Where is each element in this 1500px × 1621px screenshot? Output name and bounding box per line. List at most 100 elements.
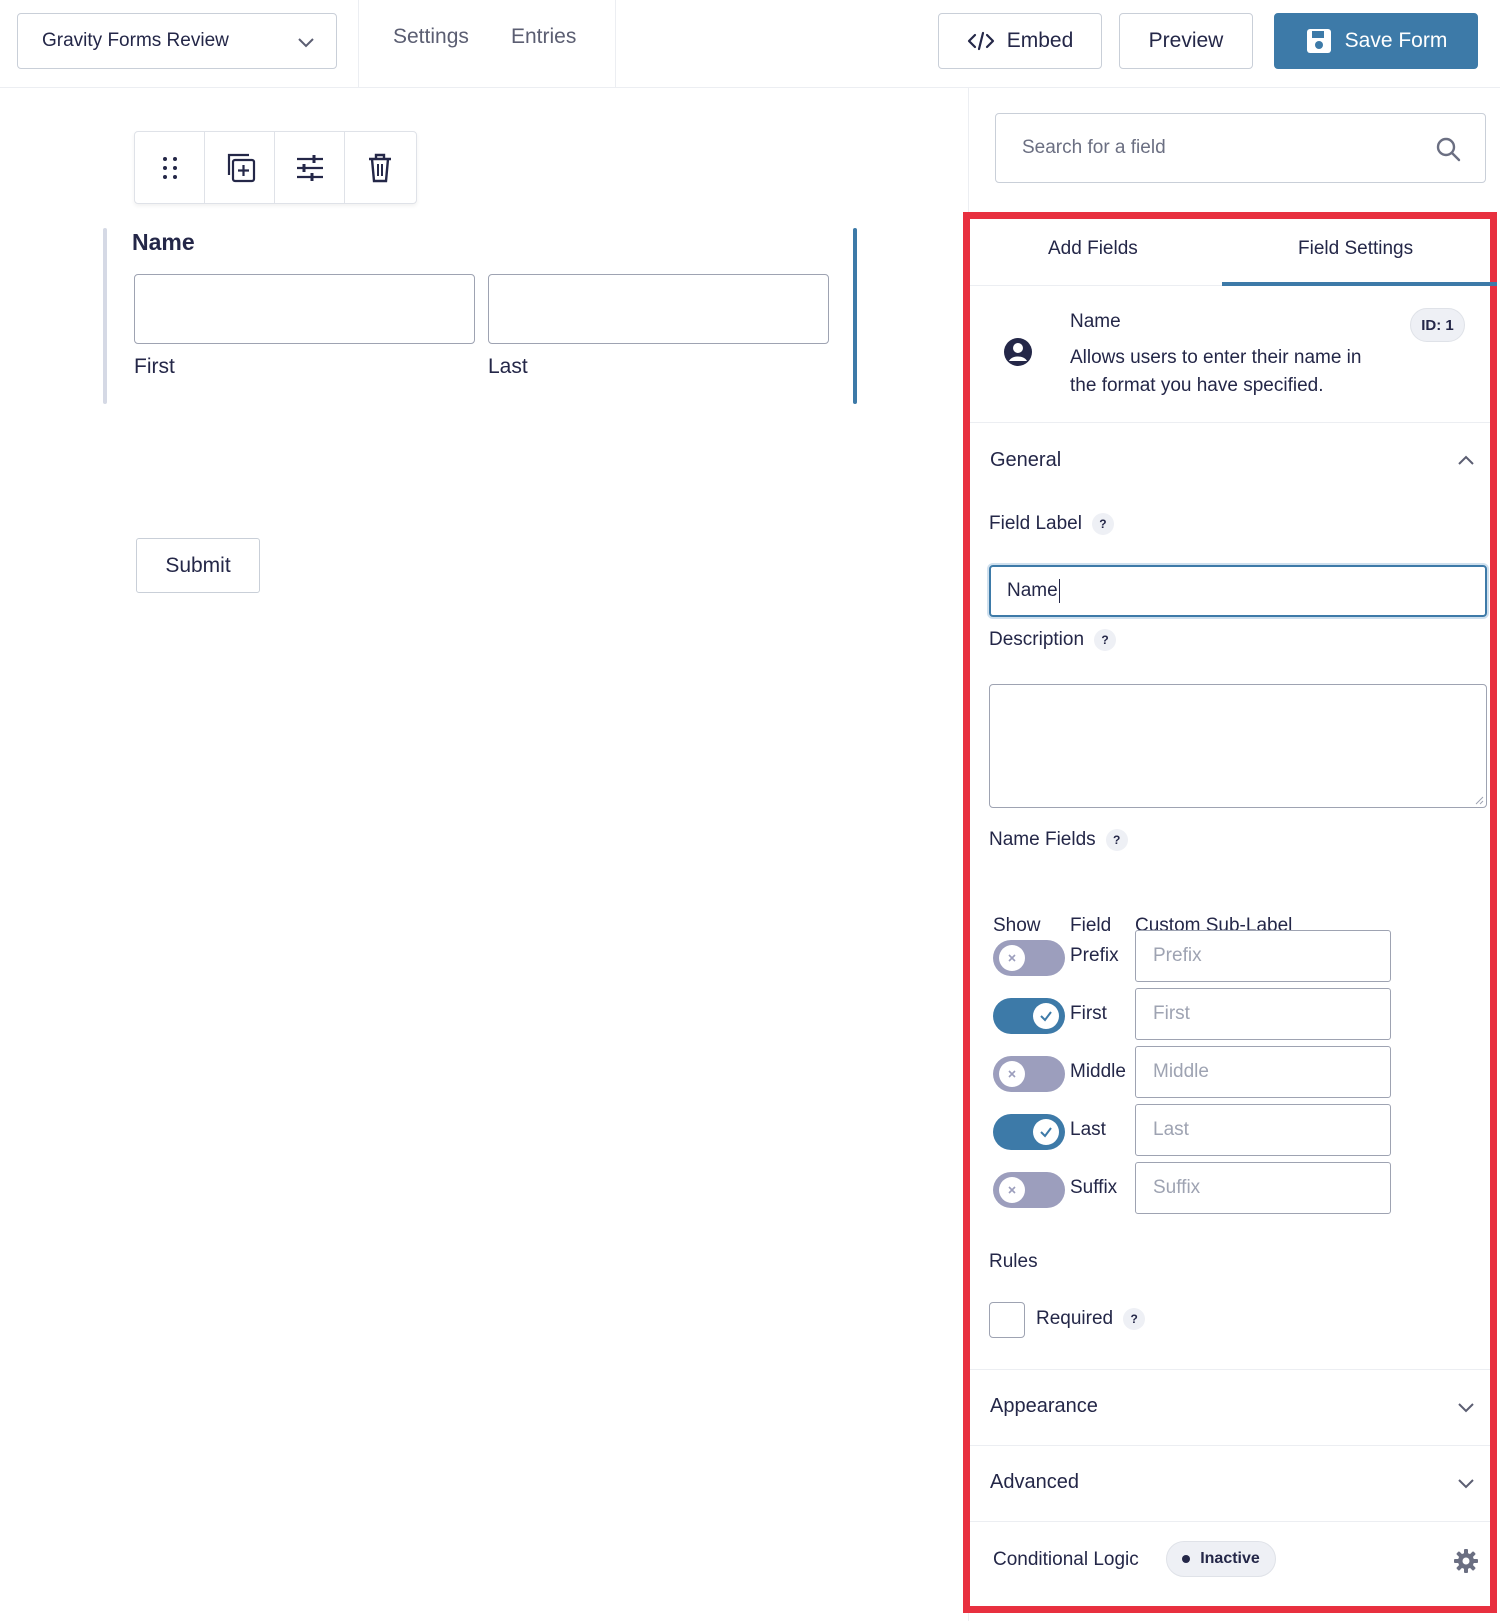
user-circle-icon [1004,338,1032,366]
drag-handle[interactable] [135,132,205,203]
tab-add-fields[interactable]: Add Fields [1048,238,1138,260]
custom-sub-label-suffix-input[interactable]: Suffix [1135,1162,1391,1214]
name-fields-label-text: Name Fields [989,829,1096,850]
custom-sub-label-first-input[interactable]: First [1135,988,1391,1040]
toggle-knob [999,1061,1025,1087]
last-name-input[interactable] [488,274,829,344]
first-sub-label: First [134,355,175,378]
form-selector-label: Gravity Forms Review [42,30,229,51]
advanced-section-header[interactable]: Advanced [970,1445,1490,1521]
required-checkbox[interactable] [989,1302,1025,1338]
trash-icon [369,153,391,182]
drag-handle-icon [162,156,177,179]
preview-button[interactable]: Preview [1119,13,1253,69]
section-divider [970,1521,1490,1522]
required-label: Required ? [1036,1308,1146,1330]
conditional-logic-status: Inactive [1200,1550,1260,1567]
rules-label: Rules [989,1251,1038,1273]
custom-sub-label-last-input[interactable]: Last [1135,1104,1391,1156]
appearance-section-header[interactable]: Appearance [970,1369,1490,1445]
embed-button-label: Embed [1006,29,1074,52]
field-settings-button[interactable] [275,132,345,203]
header-divider [615,0,616,88]
name-field-first-label: First [1070,1003,1107,1024]
preview-button-label: Preview [1148,29,1224,52]
help-icon[interactable]: ? [1123,1308,1146,1330]
field-selection-bar-right [853,228,857,404]
form-selector-dropdown[interactable]: Gravity Forms Review [17,13,337,69]
conditional-logic-label: Conditional Logic [993,1549,1139,1570]
field-label-input[interactable]: Name [989,565,1487,617]
gear-icon[interactable] [1453,1548,1479,1574]
field-selection-bar-left [103,228,107,404]
save-form-button[interactable]: Save Form [1274,13,1478,69]
close-icon [1008,1186,1016,1194]
search-placeholder: Search for a field [1022,137,1166,158]
embed-button[interactable]: Embed [938,13,1102,69]
toggle-first[interactable] [993,998,1065,1034]
tab-field-settings[interactable]: Field Settings [1298,238,1413,260]
toggle-prefix[interactable] [993,940,1065,976]
custom-sub-label-middle-input[interactable]: Middle [1135,1046,1391,1098]
required-label-text: Required [1036,1308,1114,1329]
nav-link-entries[interactable]: Entries [511,25,576,49]
field-toolbar [134,131,417,204]
help-icon[interactable]: ? [1091,513,1114,535]
field-label-text: Field Label [989,513,1082,534]
toggle-middle[interactable] [993,1056,1065,1092]
code-icon [967,31,994,51]
search-icon [1436,137,1461,162]
description-label: Description ? [989,629,1117,651]
close-icon [1008,954,1016,962]
description-textarea[interactable] [989,684,1487,808]
duplicate-field-button[interactable] [205,132,275,203]
column-header-show: Show [993,915,1041,936]
toggle-knob [999,945,1025,971]
general-section-header[interactable]: General [970,423,1490,499]
nav-link-settings[interactable]: Settings [393,25,469,49]
name-field-title: Name [132,229,195,255]
save-icon [1306,29,1331,53]
delete-field-button[interactable] [345,132,415,203]
name-fields-label: Name Fields ? [989,829,1128,851]
toggle-last[interactable] [993,1114,1065,1150]
resize-handle-icon[interactable] [1474,795,1484,805]
field-label-value: Name [1007,580,1058,601]
conditional-logic-status-badge: Inactive [1166,1541,1276,1577]
chevron-down-icon [1458,1479,1474,1489]
custom-sub-label-placeholder: Suffix [1153,1177,1201,1198]
column-header-field: Field [1070,915,1112,936]
field-info-description: Allows users to enter their name in the … [1070,347,1362,396]
custom-sub-label-prefix-input[interactable]: Prefix [1135,930,1391,982]
sliders-icon [296,154,323,181]
help-icon[interactable]: ? [1105,829,1128,851]
first-name-input[interactable] [134,274,475,344]
text-caret [1058,579,1060,603]
check-icon [1040,1127,1052,1138]
close-icon [1008,1070,1016,1078]
help-icon[interactable]: ? [1094,629,1117,651]
description-label-text: Description [989,629,1085,650]
name-field-suffix-label: Suffix [1070,1177,1118,1198]
field-label-label: Field Label ? [989,513,1114,535]
name-field-last-label: Last [1070,1119,1106,1140]
header-divider [358,0,359,88]
advanced-section-title: Advanced [990,1471,1079,1493]
toggle-suffix[interactable] [993,1172,1065,1208]
rules-label-text: Rules [989,1251,1038,1272]
chevron-down-icon [1458,1403,1474,1413]
custom-sub-label-placeholder: Middle [1153,1061,1209,1082]
status-dot [1182,1555,1191,1563]
field-settings-panel: Add Fields Field Settings Name Allows us… [963,212,1497,1613]
name-field-middle-label: Middle [1070,1061,1126,1082]
last-sub-label: Last [488,355,528,378]
duplicate-icon [227,153,255,182]
submit-button[interactable]: Submit [136,538,260,593]
top-header: Gravity Forms Review Settings Entries Em… [0,0,1500,88]
chevron-up-icon [1458,455,1474,465]
appearance-section-title: Appearance [990,1395,1098,1417]
save-form-button-label: Save Form [1344,29,1448,52]
sidebar-tabs: Add Fields Field Settings [970,219,1497,286]
field-search-input[interactable]: Search for a field [995,113,1486,183]
field-info-card: Name Allows users to enter their name in… [970,286,1490,423]
